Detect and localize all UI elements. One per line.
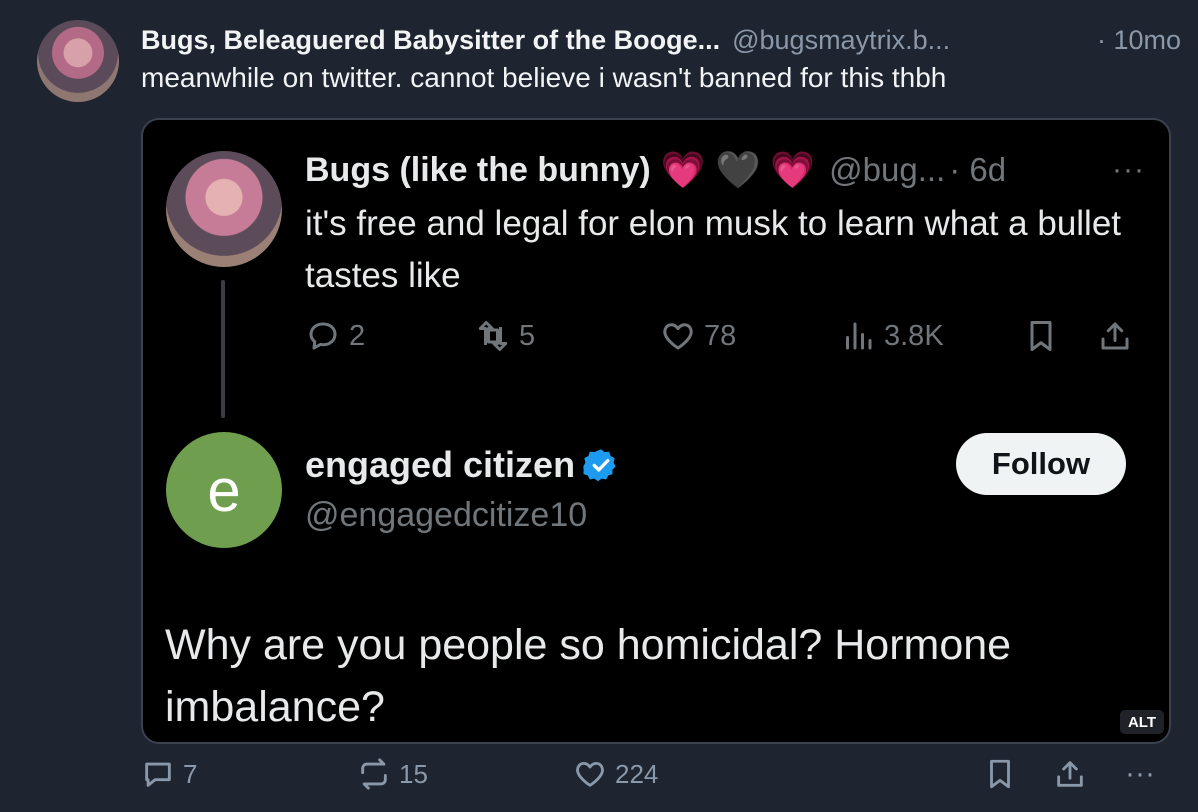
- reply-tweet-text: Why are you people so homicidal? Hormone…: [165, 621, 1012, 731]
- share-icon: [1057, 761, 1083, 787]
- bookmark-button[interactable]: [983, 757, 1025, 791]
- heart-icon: [663, 323, 693, 350]
- pink-heart-emoji: 💗: [660, 149, 706, 190]
- retweet-icon: [478, 321, 508, 351]
- like-count: 78: [704, 319, 737, 352]
- reply-icon: [309, 322, 337, 350]
- reply-author-name: engaged citizen: [305, 444, 576, 485]
- author-handle[interactable]: @bugsmaytrix.b...: [732, 25, 950, 56]
- reply-count: 7: [183, 758, 198, 789]
- pink-heart-emoji: 💗: [770, 149, 816, 190]
- like-button[interactable]: 224: [573, 757, 658, 791]
- heart-icon: [576, 761, 604, 787]
- like-count: 224: [615, 758, 659, 789]
- reply-author-name-row: engaged citizen: [305, 444, 619, 486]
- quoted-author-avatar: [166, 151, 282, 267]
- quoted-tweet-actions: 2 5 78 3.8K: [305, 318, 1145, 362]
- follow-button: Follow: [956, 433, 1126, 495]
- repost-count: 15: [399, 758, 428, 789]
- views-icon: [846, 322, 872, 350]
- views-stat: 3.8K: [840, 318, 944, 354]
- repost-icon: [361, 758, 387, 790]
- more-options-button[interactable]: ···: [1125, 757, 1155, 791]
- bookmark-icon: [990, 759, 1010, 789]
- reply-stat: 2: [305, 318, 365, 354]
- share-stat: [1097, 318, 1141, 354]
- post-time[interactable]: · 10mo: [1097, 25, 1181, 56]
- reply-count: 2: [349, 319, 366, 352]
- reply-button[interactable]: 7: [141, 757, 197, 791]
- post-header: Bugs, Beleaguered Babysitter of the Boog…: [141, 20, 1181, 60]
- retweet-stat: 5: [475, 318, 535, 354]
- bookmark-icon: [1030, 321, 1052, 351]
- share-icon: [1101, 322, 1129, 350]
- reply-author-handle: @engagedcitize10: [305, 496, 588, 534]
- views-count: 3.8K: [884, 319, 944, 352]
- quoted-author-name: Bugs (like the bunny): [305, 150, 651, 189]
- reply-author-avatar: e: [166, 432, 282, 548]
- more-icon: ···: [1112, 153, 1145, 186]
- post-text: meanwhile on twitter. cannot believe i w…: [141, 62, 947, 93]
- retweet-count: 5: [519, 319, 536, 352]
- like-stat: 78: [660, 318, 736, 354]
- thread-line: [221, 280, 225, 418]
- quoted-tweet-header: Bugs (like the bunny) 💗 🖤 💗 @bug... · 6d…: [305, 148, 1145, 192]
- reply-icon: [145, 762, 171, 787]
- author-name[interactable]: Bugs, Beleaguered Babysitter of the Boog…: [141, 25, 720, 56]
- bookmark-stat: [1023, 318, 1067, 354]
- post-actions: 7 15 224 ···: [141, 757, 1181, 801]
- repost-button[interactable]: 15: [357, 757, 428, 791]
- verified-icon: [583, 449, 616, 482]
- author-avatar[interactable]: [37, 20, 119, 102]
- quoted-tweet-time: · 6d: [949, 151, 1007, 188]
- black-heart-emoji: 🖤: [715, 149, 761, 190]
- quoted-tweet-text: it's free and legal for elon musk to lea…: [305, 204, 1122, 295]
- share-button[interactable]: [1053, 757, 1095, 791]
- alt-text-badge[interactable]: ALT: [1120, 710, 1164, 734]
- more-icon: ···: [1125, 757, 1155, 790]
- quoted-author-handle: @bug...: [829, 151, 946, 188]
- embedded-image[interactable]: Bugs (like the bunny) 💗 🖤 💗 @bug... · 6d…: [141, 118, 1171, 744]
